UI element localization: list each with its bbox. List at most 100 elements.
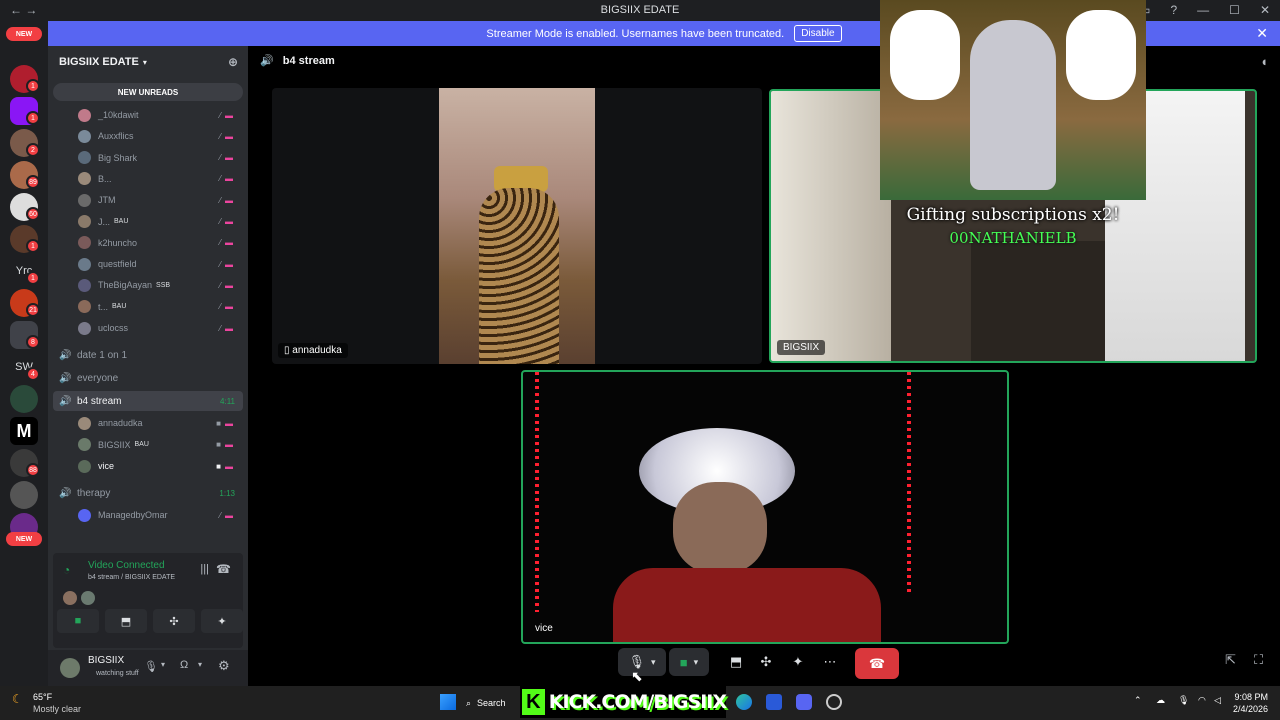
voice-member[interactable]: uclocss ⁄ ▬ xyxy=(78,318,243,338)
voice-member[interactable]: B... ⁄ ▬ xyxy=(78,169,243,189)
leave-call-button[interactable]: ☎ xyxy=(855,648,899,679)
voice-member[interactable]: ManagedbyOmar ⁄ ▬ xyxy=(78,505,243,525)
voice-member[interactable]: questfield ⁄ ▬ xyxy=(78,254,243,274)
voice-channel-b4-stream[interactable]: 🔊 b4 stream 4:11 xyxy=(53,391,243,411)
wifi-icon[interactable]: ◠ xyxy=(1198,695,1206,706)
video-tile-vice[interactable]: vice xyxy=(521,370,1009,644)
taskbar-search[interactable]: ⌕ Search xyxy=(466,694,526,712)
clock-date[interactable]: 2/4/2026 xyxy=(1230,704,1268,714)
avatar[interactable] xyxy=(60,658,80,678)
guild-header[interactable]: BIGSIIX EDATE ▾ ⊕ xyxy=(48,46,248,78)
voice-member[interactable]: _10kdawit ⁄ ▬ xyxy=(78,105,243,125)
deafened-icon: ⁄ xyxy=(219,510,221,520)
server-icon[interactable] xyxy=(10,385,38,413)
clock-time[interactable]: 9:08 PM xyxy=(1232,692,1268,702)
voice-channel-therapy[interactable]: 🔊 therapy 1:13 xyxy=(53,483,243,503)
voice-member[interactable]: J... BAU ⁄ ▬ xyxy=(78,212,243,232)
server-text-icon[interactable]: M xyxy=(10,417,38,445)
help-icon[interactable]: ? xyxy=(1170,3,1177,17)
game-icon: ▬ xyxy=(225,510,233,520)
game-icon: ▬ xyxy=(225,418,233,428)
server-icon[interactable] xyxy=(10,481,38,509)
mention-badge: 1 xyxy=(26,271,40,285)
voice-channel-everyone[interactable]: 🔊 everyone xyxy=(53,368,243,388)
member-name: uclocss xyxy=(98,323,129,333)
voice-member[interactable]: vice ■ ▬ xyxy=(78,456,243,476)
video-tile-annadudka[interactable]: ▯ annadudka xyxy=(272,88,762,364)
voice-member[interactable]: k2huncho ⁄ ▬ xyxy=(78,233,243,253)
more-options-button[interactable]: ⋯ xyxy=(817,648,843,676)
speaker-icon: 🔊 xyxy=(59,395,72,407)
popout-icon[interactable]: ⇱ xyxy=(1225,652,1236,668)
window-controls[interactable]: ▭ ? — ☐ ✕ xyxy=(1139,3,1270,17)
obs-icon[interactable] xyxy=(826,694,842,710)
chat-bubble-icon[interactable]: ◖ xyxy=(1260,54,1268,69)
speaker-icon: 🔊 xyxy=(260,55,274,67)
signal-icon[interactable]: ◔ xyxy=(63,563,70,577)
channel-title: b4 stream xyxy=(282,55,335,67)
participant-nameplate: vice xyxy=(535,623,553,634)
game-icon: ▬ xyxy=(225,217,233,226)
mention-badge: 89 xyxy=(26,175,40,189)
gear-icon[interactable]: ⚙ xyxy=(218,658,230,674)
participant-name: annadudka xyxy=(292,345,342,356)
voice-member[interactable]: JTM ⁄ ▬ xyxy=(78,190,243,210)
noise-suppression-icon[interactable]: ||| xyxy=(200,563,209,575)
new-pill[interactable]: NEW xyxy=(6,532,42,546)
share-screen-button[interactable]: ⬒ xyxy=(723,648,749,676)
voice-member[interactable]: Auxxflics ⁄ ▬ xyxy=(78,126,243,146)
edge-icon[interactable] xyxy=(736,694,752,710)
voice-member[interactable]: BIGSIIX BAU ■ ▬ xyxy=(78,435,243,455)
microphone-icon[interactable]: 🎙 xyxy=(144,660,158,673)
soundboard-button[interactable]: ✦ xyxy=(201,609,243,633)
mention-badge: 88 xyxy=(26,463,40,477)
member-name: vice xyxy=(98,461,115,471)
voice-member[interactable]: TheBigAayan SSB ⁄ ▬ xyxy=(78,275,243,295)
mention-badge: 2 xyxy=(26,143,40,157)
deafened-icon: ⁄ xyxy=(219,302,221,312)
server-rail: NEW 1 1 2 89 60 1 Yrc 1 21 8 SW 4 M 88 N… xyxy=(0,21,48,686)
weather-temp[interactable]: 65°F xyxy=(33,692,52,702)
glove-shape xyxy=(1066,10,1136,100)
network-icon[interactable]: ☁ xyxy=(1156,695,1165,706)
voice-status[interactable]: Video Connected xyxy=(88,560,165,571)
screen-share-icon: ⬒ xyxy=(729,654,743,669)
member-status-icons: ⁄ ▬ xyxy=(220,302,233,311)
voice-member[interactable]: annadudka ■ ▬ xyxy=(78,413,243,433)
screen-share-icon: ⬒ xyxy=(120,615,132,628)
member-status-icons: ⁄ ▬ xyxy=(220,238,233,247)
voice-member[interactable]: Big Shark ⁄ ▬ xyxy=(78,148,243,168)
glove-shape xyxy=(890,10,960,100)
discord-app-icon[interactable] xyxy=(796,694,812,710)
activities-button[interactable]: ✣ xyxy=(753,648,779,676)
camera-toggle-button[interactable]: ■ xyxy=(57,609,99,633)
close-window-button[interactable]: ✕ xyxy=(1260,3,1270,17)
windows-start-icon[interactable] xyxy=(440,694,456,710)
maximize-button[interactable]: ☐ xyxy=(1229,3,1240,17)
chevron-down-icon[interactable]: ▾ xyxy=(161,660,165,669)
voice-member[interactable]: t... BAU ⁄ ▬ xyxy=(78,297,243,317)
headphones-icon[interactable]: Ω xyxy=(180,659,188,671)
user-name[interactable]: BIGSIIX xyxy=(88,655,124,666)
soundboard-button[interactable]: ✦ xyxy=(785,648,811,676)
game-icon: ▬ xyxy=(225,174,233,184)
fullscreen-icon[interactable]: ⛶ xyxy=(1254,652,1263,668)
disconnect-icon[interactable]: ☎ xyxy=(216,562,231,576)
activities-button[interactable]: ✣ xyxy=(153,609,195,633)
weather-icon[interactable]: ☾ xyxy=(12,692,23,706)
store-icon[interactable] xyxy=(766,694,782,710)
volume-icon[interactable]: ◁ xyxy=(1214,695,1221,706)
chevron-up-icon[interactable]: ⌃ xyxy=(1134,695,1142,706)
screen-share-button[interactable]: ⬒ xyxy=(105,609,147,633)
new-unreads-pill[interactable]: NEW UNREADS xyxy=(53,83,243,101)
new-pill[interactable]: NEW xyxy=(6,27,42,41)
camera-button[interactable]: ■ ▾ xyxy=(669,648,709,676)
invite-user-icon[interactable]: ⊕ xyxy=(228,55,238,69)
chevron-down-icon[interactable]: ▾ xyxy=(198,660,202,669)
minimize-button[interactable]: — xyxy=(1197,3,1209,17)
close-banner-icon[interactable]: ✕ xyxy=(1256,25,1268,42)
game-icon: ▬ xyxy=(225,461,233,471)
voice-channel-date[interactable]: 🔊 date 1 on 1 xyxy=(53,345,243,365)
disable-button[interactable]: Disable xyxy=(794,25,842,42)
microphone-icon[interactable]: 🎙 xyxy=(1178,695,1189,706)
